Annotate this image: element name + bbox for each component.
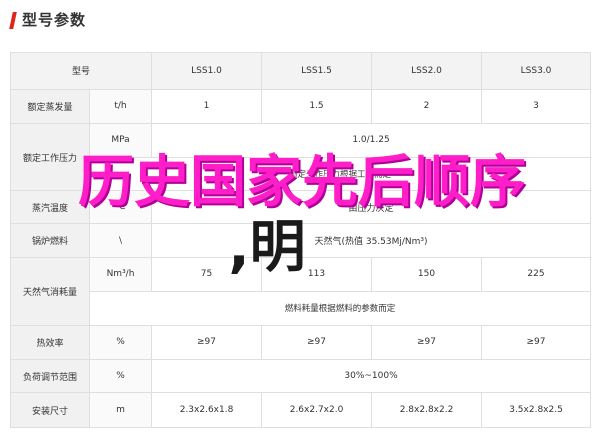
section-title: 型号参数 [22, 11, 87, 29]
table-cell: 1 [151, 88, 263, 125]
table-cell: 30%~100% [151, 359, 592, 394]
row-unit: % [88, 359, 153, 394]
table-cell: 1.5 [261, 88, 373, 125]
table-row: 安装尺寸 m 2.3x2.6x1.8 2.6x2.7x2.0 2.8x2.8x2… [10, 392, 592, 428]
table-row: 热效率 % ≥97 ≥97 ≥97 ≥97 [10, 324, 592, 361]
table-cell: 1.0/1.25 [151, 123, 592, 158]
table-cell: 3 [481, 88, 592, 125]
table-cell: 2.6x2.7x2.0 [261, 392, 373, 428]
row-label: 安装尺寸 [10, 392, 90, 428]
header-cell-lss20: LSS2.0 [371, 52, 483, 90]
row-label: 额定工作压力 [10, 123, 90, 191]
table-cell: 2 [371, 88, 483, 125]
section-header: 型号参数 [0, 0, 600, 40]
table-row: 天然气消耗量 Nm³/h 75 113 150 225 [10, 256, 592, 326]
table-cell: 3.5x2.8x2.5 [481, 392, 592, 428]
table-header-row: 型号 LSS1.0 LSS1.5 LSS2.0 LSS3.0 [9, 52, 592, 90]
table-cell: ≥97 [371, 324, 483, 361]
accent-bar [9, 12, 17, 29]
row-label: 天然气消耗量 [10, 256, 90, 326]
table-cell: ≥97 [261, 324, 373, 361]
row-unit: m [88, 392, 153, 428]
table-cell: 2.3x2.6x1.8 [151, 392, 263, 428]
table-cell: 113 [261, 256, 373, 293]
table-row: 锅炉燃料 \ 天然气(热值 35.53Mj/Nm³) [10, 223, 592, 258]
row-unit: t/h [88, 88, 153, 125]
table-row: 额定蒸发量 t/h 1 1.5 2 3 [10, 88, 592, 125]
row-label: 热效率 [10, 324, 90, 361]
row-unit: Nm³/h [88, 256, 153, 293]
header-cell-model: 型号 [9, 52, 153, 90]
table-row: 蒸汽温度 ℃ 由压力决定 [10, 189, 592, 225]
table-row: 燃料耗量根据燃料的参数而定 [11, 291, 592, 326]
row-label: 额定蒸发量 [10, 88, 90, 125]
row-unit: MPa [88, 123, 153, 158]
table-note: 额定工作压力根据工况而定 [88, 156, 592, 191]
row-label: 蒸汽温度 [10, 189, 90, 225]
row-label: 负荷调节范围 [10, 359, 90, 394]
table-row: 额定工作压力根据工况而定 [11, 156, 592, 191]
table-cell: ≥97 [481, 324, 592, 361]
header-cell-lss30: LSS3.0 [481, 52, 592, 90]
table-cell: 75 [151, 256, 263, 293]
table-note: 燃料耗量根据燃料的参数而定 [88, 291, 592, 326]
table-cell: 天然气(热值 35.53Mj/Nm³) [151, 223, 592, 258]
row-unit: \ [88, 223, 153, 258]
table-row: 额定工作压力 MPa 1.0/1.25 [10, 123, 592, 191]
row-unit: % [88, 324, 153, 361]
table-cell: 225 [481, 256, 592, 293]
row-label: 锅炉燃料 [10, 223, 90, 258]
table-cell: ≥97 [151, 324, 263, 361]
table-row: 负荷调节范围 % 30%~100% [10, 359, 592, 394]
table-cell: 150 [371, 256, 483, 293]
spec-table: 型号 LSS1.0 LSS1.5 LSS2.0 LSS3.0 额定蒸发量 t/h… [9, 52, 592, 428]
table-cell: 2.8x2.8x2.2 [371, 392, 483, 428]
table-cell: 由压力决定 [151, 189, 592, 225]
header-cell-lss15: LSS1.5 [261, 52, 373, 90]
row-unit: ℃ [88, 189, 153, 225]
header-cell-lss10: LSS1.0 [151, 52, 263, 90]
